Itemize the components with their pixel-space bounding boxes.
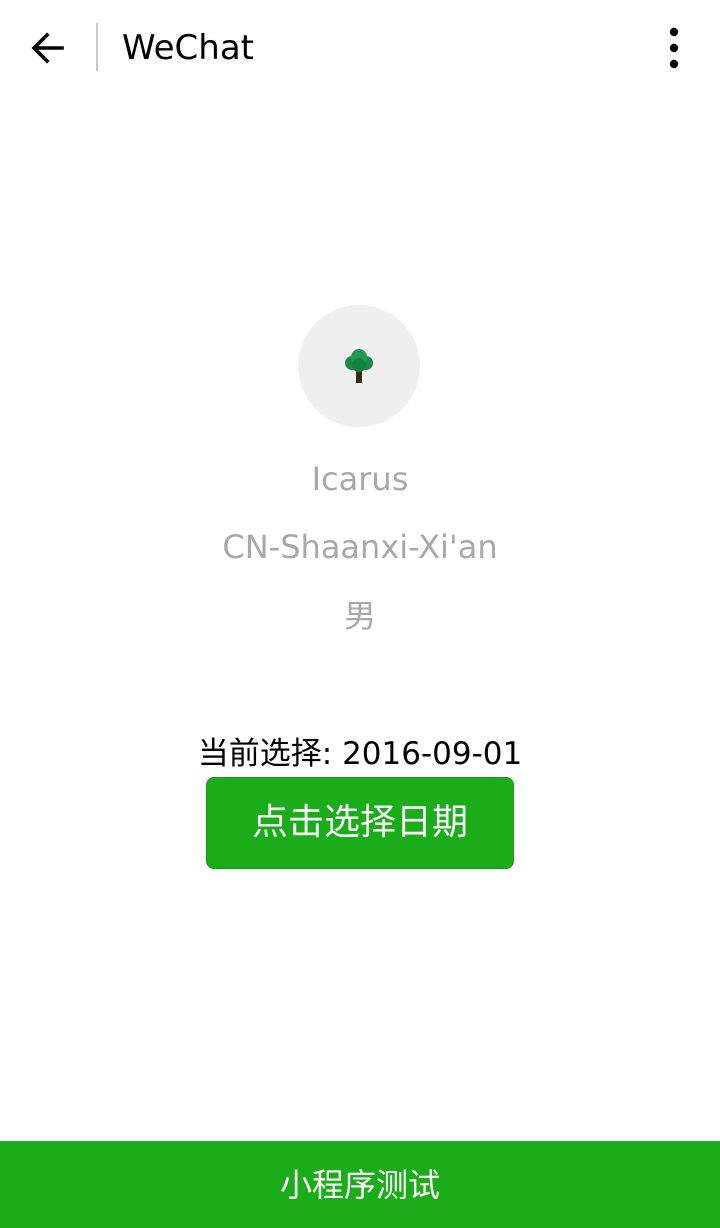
tree-icon [345,349,373,383]
page: WeChat Icarus CN-Shaanxi-Xi'an 男 当前选择: 2… [0,0,720,1228]
user-location: CN-Shaanxi-Xi'an [222,528,498,566]
back-button[interactable] [20,20,76,76]
page-title: WeChat [122,28,254,68]
select-date-button[interactable]: 点击选择日期 [206,777,514,869]
arrow-left-icon [31,32,64,64]
user-gender: 男 [343,597,376,635]
user-nickname: Icarus [311,460,409,498]
avatar [298,305,420,427]
bottom-tab-label: 小程序测试 [279,1165,440,1204]
nav-divider [96,23,98,71]
navigation-bar: WeChat [0,0,720,96]
more-button[interactable] [654,22,694,74]
bottom-tab-bar[interactable]: 小程序测试 [0,1141,720,1228]
current-date-label: 当前选择: 2016-09-01 [197,736,523,772]
more-vertical-icon [669,27,679,69]
